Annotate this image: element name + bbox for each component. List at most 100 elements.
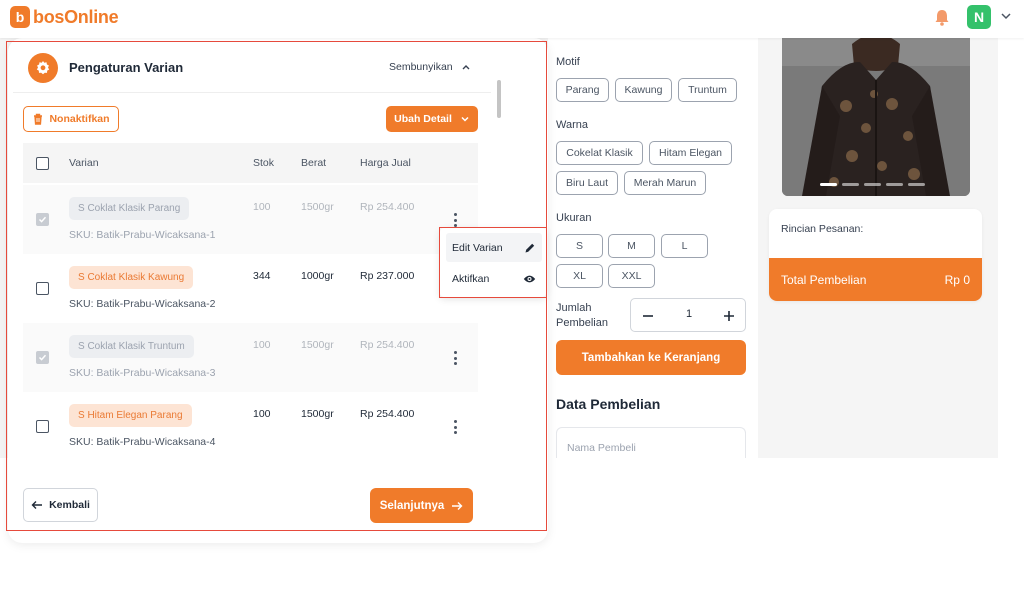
- variant-weight: 1000gr: [301, 270, 334, 282]
- size-chip-s[interactable]: S: [556, 234, 603, 258]
- menu-item-edit-variant-label: Edit Varian: [452, 241, 503, 254]
- row-checkbox[interactable]: [36, 213, 49, 226]
- variant-sku: SKU: Batik-Prabu-Wicaksana-2: [69, 298, 216, 310]
- order-total-bar: Total Pembelian Rp 0: [769, 258, 982, 301]
- row-actions-kebab-icon[interactable]: [453, 213, 457, 227]
- hide-section-label: Sembunyikan: [389, 61, 453, 73]
- variant-stock: 344: [253, 270, 271, 282]
- checkmark-icon: [38, 216, 47, 223]
- trash-icon: [34, 113, 43, 125]
- variant-name-tag: S Coklat Klasik Parang: [69, 197, 190, 220]
- order-total-label: Total Pembelian: [781, 272, 867, 287]
- variant-settings-panel: Pengaturan Varian Sembunyikan Nonaktifka…: [13, 44, 491, 460]
- variant-stock: 100: [253, 339, 271, 351]
- buyer-name-input[interactable]: Nama Pembeli: [556, 427, 746, 458]
- add-to-cart-button[interactable]: Tambahkan ke Keranjang: [556, 340, 746, 375]
- logo-text: bosOnline: [33, 6, 119, 27]
- variant-settings-title: Pengaturan Varian: [69, 60, 184, 75]
- deactivate-label: Nonaktifkan: [49, 113, 110, 125]
- plus-icon[interactable]: [723, 310, 735, 322]
- deactivate-button[interactable]: Nonaktifkan: [23, 106, 119, 132]
- user-avatar[interactable]: N: [967, 5, 991, 29]
- gear-icon: [36, 61, 50, 75]
- column-header-stock: Stok: [253, 157, 275, 169]
- chevron-down-icon[interactable]: [999, 9, 1013, 23]
- variant-sku: SKU: Batik-Prabu-Wicaksana-1: [69, 229, 216, 241]
- variant-stock: 100: [253, 408, 271, 420]
- warna-chip-hitam-elegan[interactable]: Hitam Elegan: [649, 141, 732, 165]
- motif-label: Motif: [556, 56, 580, 68]
- motif-chip-truntum[interactable]: Truntum: [678, 78, 737, 102]
- variant-weight: 1500gr: [301, 339, 334, 351]
- next-label: Selanjutnya: [379, 499, 445, 512]
- column-header-price: Harga Jual: [360, 157, 411, 169]
- edit-detail-label: Ubah Detail: [394, 113, 452, 125]
- table-row[interactable]: S Coklat Klasik Parang SKU: Batik-Prabu-…: [23, 185, 478, 254]
- edit-detail-dropdown-button[interactable]: Ubah Detail: [386, 106, 478, 132]
- row-checkbox[interactable]: [36, 351, 49, 364]
- column-header-weight: Berat: [301, 157, 327, 169]
- back-label: Kembali: [49, 499, 90, 511]
- carousel-dot-4[interactable]: [886, 183, 903, 186]
- motif-chip-parang[interactable]: Parang: [556, 78, 609, 102]
- ukuran-label: Ukuran: [556, 212, 592, 224]
- variant-weight: 1500gr: [301, 408, 334, 420]
- row-checkbox[interactable]: [36, 282, 49, 295]
- photo-carousel-indicator: [820, 183, 925, 186]
- variant-price: Rp 254.400: [360, 201, 415, 213]
- menu-item-activate[interactable]: Aktifkan: [446, 264, 542, 293]
- variant-table-header: Varian Stok Berat Harga Jual: [23, 143, 478, 183]
- variant-sku: SKU: Batik-Prabu-Wicaksana-3: [69, 367, 216, 379]
- select-all-checkbox[interactable]: [36, 157, 49, 170]
- bell-icon[interactable]: [932, 8, 952, 28]
- variant-price: Rp 237.000: [360, 270, 415, 282]
- row-checkbox[interactable]: [36, 420, 49, 433]
- menu-item-edit-variant[interactable]: Edit Varian: [446, 233, 542, 262]
- warna-chip-cokelat-klasik[interactable]: Cokelat Klasik: [556, 141, 643, 165]
- warna-chip-merah-marun[interactable]: Merah Marun: [624, 171, 706, 195]
- carousel-dot-3[interactable]: [864, 183, 881, 186]
- carousel-dot-5[interactable]: [908, 183, 925, 186]
- variant-price: Rp 254.400: [360, 339, 415, 351]
- next-button[interactable]: Selanjutnya: [370, 488, 473, 523]
- size-chip-m[interactable]: M: [608, 234, 655, 258]
- variant-name-tag: S Coklat Klasik Kawung: [69, 266, 194, 289]
- table-row[interactable]: S Coklat Klasik Kawung SKU: Batik-Prabu-…: [23, 254, 478, 323]
- warna-label: Warna: [556, 119, 588, 131]
- menu-item-activate-label: Aktifkan: [452, 272, 490, 285]
- back-button[interactable]: Kembali: [23, 488, 98, 522]
- size-chip-xl[interactable]: XL: [556, 264, 603, 288]
- row-actions-kebab-icon[interactable]: [453, 420, 457, 434]
- quantity-label: Jumlah Pembelian: [556, 301, 608, 331]
- quantity-label-line-1: Jumlah: [556, 302, 592, 314]
- row-actions-kebab-icon[interactable]: [453, 351, 457, 365]
- chevron-down-icon: [461, 116, 469, 122]
- settings-badge: [28, 53, 58, 83]
- table-row[interactable]: S Coklat Klasik Truntum SKU: Batik-Prabu…: [23, 323, 478, 392]
- column-header-variant: Varian: [69, 157, 99, 169]
- order-summary-card: Rincian Pesanan: Total Pembelian Rp 0: [769, 209, 982, 301]
- motif-chip-kawung[interactable]: Kawung: [615, 78, 672, 102]
- panel-scrollbar-thumb[interactable]: [497, 80, 501, 118]
- quantity-stepper[interactable]: 1: [630, 298, 746, 332]
- variant-weight: 1500gr: [301, 201, 334, 213]
- order-summary-title: Rincian Pesanan:: [781, 223, 864, 235]
- table-row[interactable]: S Hitam Elegan Parang SKU: Batik-Prabu-W…: [23, 392, 478, 460]
- carousel-dot-1[interactable]: [820, 183, 837, 186]
- hide-section-button[interactable]: Sembunyikan: [389, 61, 471, 73]
- carousel-dot-2[interactable]: [842, 183, 859, 186]
- arrow-left-icon: [31, 501, 43, 509]
- logo-mark-icon: b: [10, 6, 30, 28]
- variant-price: Rp 254.400: [360, 408, 415, 420]
- pencil-icon: [525, 243, 535, 252]
- eye-icon: [523, 275, 536, 282]
- checkmark-icon: [38, 354, 47, 361]
- order-total-value: Rp 0: [944, 272, 970, 287]
- quantity-label-line-2: Pembelian: [556, 317, 608, 329]
- variant-settings-header: Pengaturan Varian Sembunyikan: [13, 44, 491, 93]
- size-chip-l[interactable]: L: [661, 234, 708, 258]
- size-chip-xxl[interactable]: XXL: [608, 264, 655, 288]
- brand-logo[interactable]: b bosOnline: [10, 6, 119, 28]
- variant-stock: 100: [253, 201, 271, 213]
- warna-chip-biru-laut[interactable]: Biru Laut: [556, 171, 618, 195]
